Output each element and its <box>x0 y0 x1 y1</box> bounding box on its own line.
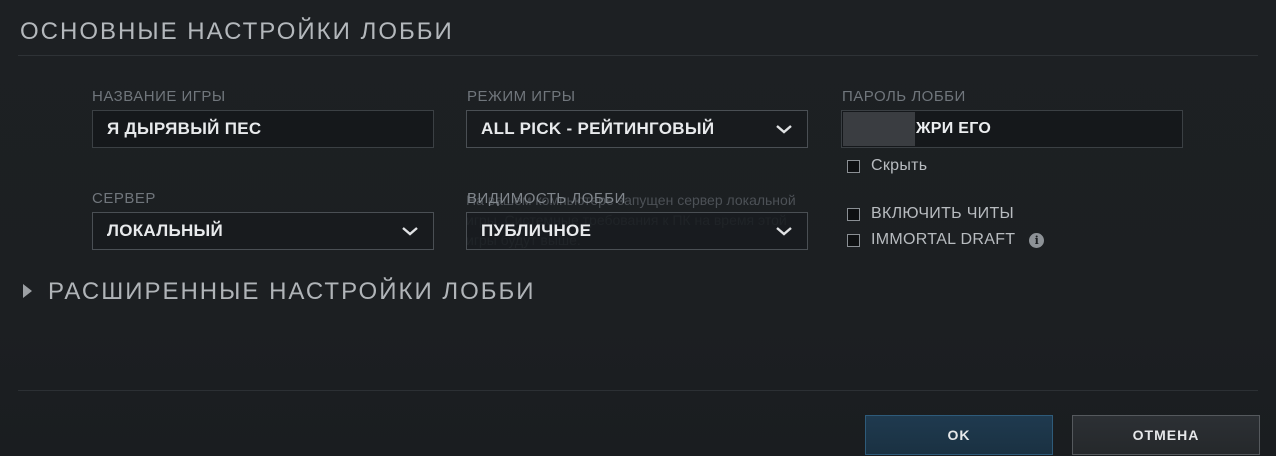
immortal-draft-option[interactable]: IMMORTAL DRAFT i <box>847 231 1045 249</box>
visibility-value: ПУБЛИЧНОЕ <box>481 221 592 240</box>
info-icon[interactable]: i <box>1029 232 1045 248</box>
visibility-dropdown[interactable]: ПУБЛИЧНОЕ <box>466 212 808 250</box>
game-name-value: Я ДЫРЯВЫЙ ПЕС <box>107 119 262 138</box>
hide-password-checkbox[interactable] <box>847 159 860 173</box>
server-label: СЕРВЕР <box>92 190 156 207</box>
server-dropdown[interactable]: ЛОКАЛЬНЫЙ <box>92 212 434 250</box>
lobby-password-label: ПАРОЛЬ ЛОББИ <box>842 88 966 105</box>
game-mode-dropdown[interactable]: ALL PICK - РЕЙТИНГОВЫЙ <box>466 110 808 148</box>
game-mode-value: ALL PICK - РЕЙТИНГОВЫЙ <box>481 119 715 138</box>
hide-password-label: Скрыть <box>871 157 928 174</box>
server-value: ЛОКАЛЬНЫЙ <box>107 221 223 240</box>
game-name-label: НАЗВАНИЕ ИГРЫ <box>92 88 226 105</box>
chevron-down-icon <box>776 125 792 134</box>
header-divider <box>18 55 1258 56</box>
lobby-password-value: ЖРИ ЕГО <box>916 120 992 137</box>
advanced-settings-toggle[interactable]: РАСШИРЕННЫЕ НАСТРОЙКИ ЛОББИ <box>48 278 536 306</box>
enable-cheats-label: ВКЛЮЧИТЬ ЧИТЫ <box>871 205 1015 222</box>
expand-arrow-icon[interactable] <box>23 284 32 298</box>
visibility-label: ВИДИМОСТЬ ЛОББИ <box>467 190 626 207</box>
immortal-draft-checkbox[interactable] <box>847 233 860 247</box>
ok-button[interactable]: OK <box>865 415 1053 455</box>
immortal-draft-label: IMMORTAL DRAFT <box>871 231 1016 248</box>
hide-password-option[interactable]: Скрыть <box>847 157 927 175</box>
cancel-button[interactable]: ОТМЕНА <box>1072 415 1260 455</box>
game-name-input[interactable]: Я ДЫРЯВЫЙ ПЕС <box>92 110 434 148</box>
game-mode-label: РЕЖИМ ИГРЫ <box>467 88 576 105</box>
page-title: ОСНОВНЫЕ НАСТРОЙКИ ЛОББИ <box>20 18 454 45</box>
enable-cheats-checkbox[interactable] <box>847 207 860 221</box>
lobby-password-input[interactable]: ЖРИ ЕГО <box>841 110 1183 148</box>
chevron-down-icon <box>776 227 792 236</box>
footer-divider <box>18 390 1258 391</box>
lobby-settings-panel: ОСНОВНЫЕ НАСТРОЙКИ ЛОББИ НАЗВАНИЕ ИГРЫ Я… <box>0 0 1276 456</box>
password-redacted-area <box>843 112 915 146</box>
enable-cheats-option[interactable]: ВКЛЮЧИТЬ ЧИТЫ <box>847 205 1014 223</box>
chevron-down-icon <box>402 227 418 236</box>
